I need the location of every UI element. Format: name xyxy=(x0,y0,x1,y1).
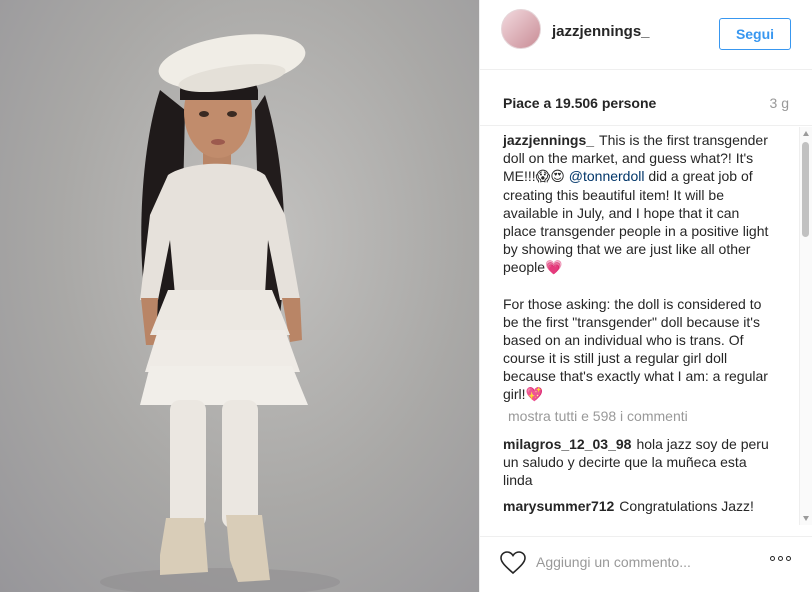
caption-sparkle-heart-emoji: 💖 xyxy=(525,387,543,403)
comment-item: milagros_12_03_98 hola jazz soy de peru u… xyxy=(503,435,769,489)
comment-author[interactable]: milagros_12_03_98 xyxy=(503,436,631,452)
post-footer xyxy=(480,536,812,592)
post-header: jazzjennings_ Segui xyxy=(480,0,812,70)
likes-row: Piace a 19.506 persone 3 g xyxy=(480,70,812,126)
post-time[interactable]: 3 g xyxy=(770,95,789,111)
dot xyxy=(770,556,775,561)
instagram-post: jazzjennings_ Segui Piace a 19.506 perso… xyxy=(0,0,812,592)
comments-section: jazzjennings_ This is the first transgend… xyxy=(480,127,800,525)
caption-author[interactable]: jazzjennings_ xyxy=(503,132,594,148)
add-comment-input[interactable] xyxy=(536,548,736,576)
dot xyxy=(778,556,783,561)
follow-button[interactable]: Segui xyxy=(719,18,791,50)
caption-emoji: 😱😍 xyxy=(535,169,565,185)
view-all-comments-link[interactable]: mostra tutti e 598 i commenti xyxy=(508,408,688,424)
caption-heart-emoji: 💗 xyxy=(545,260,563,276)
scroll-down-arrow-icon[interactable] xyxy=(803,516,809,521)
scroll-thumb[interactable] xyxy=(802,142,809,237)
heart-icon[interactable] xyxy=(500,551,526,575)
post-side-panel: jazzjennings_ Segui Piace a 19.506 perso… xyxy=(479,0,812,592)
mention-link[interactable]: @tonnerdoll xyxy=(569,168,645,184)
comments-scrollbar[interactable] xyxy=(799,127,812,525)
likes-count[interactable]: Piace a 19.506 persone xyxy=(503,95,656,111)
more-options-icon[interactable] xyxy=(770,556,791,561)
doll-illustration xyxy=(100,34,340,592)
comment-author[interactable]: marysummer712 xyxy=(503,498,614,514)
post-photo[interactable] xyxy=(0,0,479,592)
avatar[interactable] xyxy=(501,9,541,49)
caption: jazzjennings_ This is the first transgend… xyxy=(503,131,769,404)
comment-item: marysummer712 Congratulations Jazz! xyxy=(503,497,769,515)
username-link[interactable]: jazzjennings_ xyxy=(552,23,650,40)
comment-text: Congratulations Jazz! xyxy=(619,498,754,514)
scroll-up-arrow-icon[interactable] xyxy=(803,131,809,136)
dot xyxy=(786,556,791,561)
